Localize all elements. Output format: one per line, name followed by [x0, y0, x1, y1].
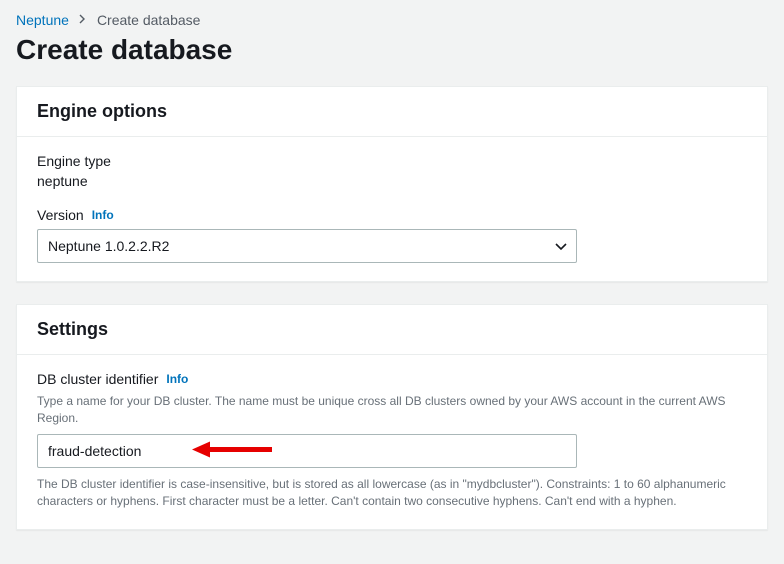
settings-header: Settings [17, 305, 767, 355]
breadcrumb-root-link[interactable]: Neptune [16, 12, 69, 28]
cluster-id-info-link[interactable]: Info [166, 372, 188, 386]
engine-options-heading: Engine options [37, 101, 747, 122]
breadcrumb-current: Create database [97, 12, 201, 28]
engine-type-value: neptune [37, 173, 747, 189]
version-label: Version [37, 207, 84, 223]
version-info-link[interactable]: Info [92, 208, 114, 222]
settings-heading: Settings [37, 319, 747, 340]
chevron-right-icon [79, 13, 87, 27]
page-title: Create database [16, 34, 768, 66]
cluster-id-label: DB cluster identifier [37, 371, 158, 387]
version-select[interactable]: Neptune 1.0.2.2.R2 [37, 229, 577, 263]
cluster-id-input[interactable] [37, 434, 577, 468]
engine-options-panel: Engine options Engine type neptune Versi… [16, 86, 768, 282]
engine-options-header: Engine options [17, 87, 767, 137]
engine-type-label: Engine type [37, 153, 747, 169]
version-select-value[interactable]: Neptune 1.0.2.2.R2 [37, 229, 577, 263]
breadcrumb: Neptune Create database [16, 12, 768, 28]
cluster-id-help-top: Type a name for your DB cluster. The nam… [37, 393, 747, 428]
settings-panel: Settings DB cluster identifier Info Type… [16, 304, 768, 530]
cluster-id-help-bottom: The DB cluster identifier is case-insens… [37, 476, 747, 511]
